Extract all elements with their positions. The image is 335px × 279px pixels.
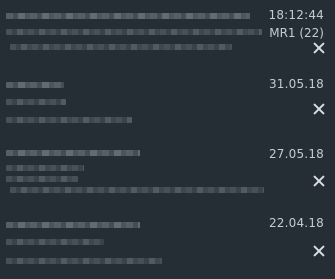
notification-item[interactable]: 31.05.18	[0, 70, 335, 141]
notification-item[interactable]: 22.04.18	[0, 212, 335, 279]
redacted-subject	[6, 99, 66, 105]
notification-time: 27.05.18	[268, 147, 324, 161]
redacted-sender	[6, 222, 140, 228]
redacted-preview	[6, 258, 162, 264]
notification-list: 18:12:44 MR1 (22) 31.05.18 27.05.18 22.0…	[0, 0, 335, 279]
redacted-preview	[10, 187, 264, 193]
close-icon[interactable]	[312, 102, 326, 116]
close-icon[interactable]	[312, 174, 326, 188]
redacted-subject	[6, 165, 84, 171]
redacted-sender	[6, 13, 250, 19]
notification-item[interactable]: 27.05.18	[0, 141, 335, 212]
notification-time: 31.05.18	[268, 77, 324, 91]
redacted-subject	[6, 239, 104, 245]
redacted-sender	[6, 150, 140, 156]
redacted-subject	[6, 29, 262, 35]
close-icon[interactable]	[312, 41, 326, 55]
notification-tag: MR1 (22)	[269, 26, 324, 40]
notification-time: 22.04.18	[268, 216, 324, 230]
redacted-preview	[10, 44, 232, 50]
redacted-sender	[6, 82, 64, 88]
redacted-subject-line2	[6, 176, 78, 182]
close-icon[interactable]	[312, 244, 326, 258]
notification-time: 18:12:44	[268, 8, 324, 22]
notification-item[interactable]: 18:12:44 MR1 (22)	[0, 0, 335, 70]
redacted-preview	[6, 117, 132, 123]
